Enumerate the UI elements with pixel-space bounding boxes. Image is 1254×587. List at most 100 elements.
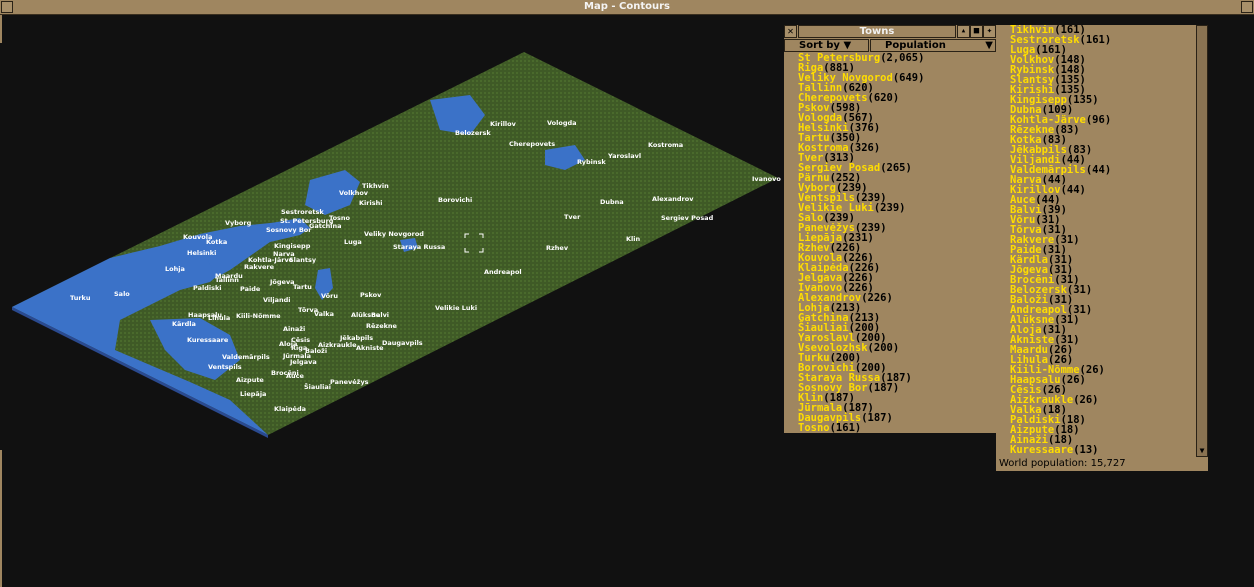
town-name: Kuressaare [1010, 444, 1074, 456]
map-town-label[interactable]: Helsinki [187, 249, 216, 257]
map-town-label[interactable]: Rēzekne [366, 322, 398, 330]
map-town-label[interactable]: Kotka [206, 238, 227, 246]
towns-scrollbar[interactable]: ▼ [1196, 25, 1208, 457]
town-population: (161) [1079, 34, 1112, 46]
town-population: (187) [867, 382, 900, 394]
town-population: (161) [829, 422, 862, 433]
map-town-label[interactable]: Sergiev Posad [661, 214, 714, 222]
town-list-item[interactable]: Kuressaare(13) [1010, 444, 1196, 456]
map-town-label[interactable]: Auce [286, 372, 305, 380]
map-town-label[interactable]: Luga [344, 238, 362, 246]
sort-criteria-label: Population [885, 40, 946, 51]
map-town-label[interactable]: Aizpute [236, 376, 264, 384]
window-left-edge-lower [0, 450, 2, 587]
map-town-label[interactable]: Belozersk [455, 129, 491, 137]
sticky-icon[interactable]: ■ [970, 25, 983, 38]
map-town-label[interactable]: Viljandi [263, 296, 291, 304]
map-town-label[interactable]: Rybinsk [577, 158, 606, 166]
map-town-label[interactable]: Sosnovy Bor [266, 226, 312, 234]
map-town-label[interactable]: Tosno [329, 214, 351, 222]
map-town-label[interactable]: Aknīste [356, 344, 384, 352]
map-town-label[interactable]: Tallinn [215, 276, 239, 284]
map-town-label[interactable]: Liepāja [240, 390, 266, 398]
map-town-label[interactable]: Staraya Russa [393, 243, 445, 251]
sort-by-label: Sort by [799, 40, 840, 51]
map-town-label[interactable]: Ventspils [208, 363, 242, 371]
town-population: (226) [861, 292, 893, 304]
map-town-label[interactable]: Ivanovo [752, 175, 781, 183]
town-list-item[interactable]: Tosno(161) [798, 423, 996, 433]
map-window-title: Map - Contours [584, 1, 670, 12]
towns-list-left[interactable]: St Petersburg(2,065) Riga(881) Veliky Novg… [784, 52, 996, 433]
map-town-label[interactable]: Lohja [165, 265, 185, 273]
town-population: (2,065) [880, 52, 925, 64]
map-town-label[interactable]: Baloži [305, 347, 327, 355]
map-town-label[interactable]: Sestroretsk [281, 208, 324, 216]
map-town-label[interactable]: Kingisepp [274, 242, 311, 250]
map-town-label[interactable]: Rzhev [546, 244, 569, 252]
town-population: (13) [1073, 444, 1099, 456]
town-population: (96) [1085, 114, 1112, 126]
map-town-label[interactable]: Velikie Luki [435, 304, 477, 312]
map-town-label[interactable]: Veliky Novgorod [364, 230, 424, 238]
map-town-label[interactable]: Lihula [208, 314, 230, 322]
towns-window-title: Towns [798, 25, 956, 38]
town-population: (239) [873, 202, 906, 214]
map-town-label[interactable]: Volkhov [339, 189, 369, 197]
towns-list-right[interactable]: Tikhvin(161) Sestroretsk(161) Luga(161) Vol… [996, 25, 1196, 457]
town-population: (265) [880, 162, 912, 174]
map-town-label[interactable]: Panevėžys [330, 378, 369, 386]
map-town-label[interactable]: Jelgava [289, 358, 317, 366]
map-town-label[interactable]: Borovichi [438, 196, 472, 204]
map-town-label[interactable]: Gatchina [309, 222, 342, 230]
map-town-label[interactable]: Vyborg [225, 219, 252, 227]
map-town-label[interactable]: Kärdla [172, 320, 196, 328]
map-canvas[interactable]: Kirillov Vologda Belozersk Cherepovets Kostr… [0, 20, 790, 440]
map-town-label[interactable]: Rakvere [244, 263, 275, 271]
map-town-label[interactable]: Andreapol [484, 268, 522, 276]
map-town-label[interactable]: Daugavpils [382, 339, 423, 347]
map-town-label[interactable]: Kirishi [359, 199, 382, 207]
map-town-label[interactable]: Yaroslavl [607, 152, 641, 160]
chevron-down-icon: ▼ [843, 40, 852, 51]
sort-by-button[interactable]: Sort by ▼ [784, 39, 869, 52]
map-town-label[interactable]: Salo [114, 290, 130, 298]
town-population: (44) [1060, 184, 1086, 196]
map-viewport[interactable]: Kirillov Vologda Belozersk Cherepovets Kostr… [0, 20, 790, 440]
map-town-label[interactable]: Tartu [293, 283, 312, 291]
map-town-label[interactable]: Jõgeva [269, 278, 295, 286]
map-town-label[interactable]: Vologda [547, 119, 577, 127]
map-town-label[interactable]: Kohtla-Järve [248, 256, 294, 264]
map-town-label[interactable]: Klaipėda [274, 405, 306, 413]
towns-window-header[interactable]: ✕ Towns ▴ ■ ✦ Sort by ▼ Population ▼ [784, 25, 996, 52]
map-window-titlebar[interactable]: Map - Contours [0, 0, 1254, 15]
collapse-icon[interactable]: ▴ [957, 25, 970, 38]
close-icon[interactable]: ✕ [784, 25, 797, 38]
sort-criteria-dropdown[interactable]: Population ▼ [870, 39, 996, 52]
map-town-label[interactable]: Tver [564, 213, 581, 221]
map-town-label[interactable]: Klin [626, 235, 640, 243]
map-town-label[interactable]: Pskov [360, 291, 382, 299]
map-town-label[interactable]: Dubna [600, 198, 624, 206]
map-town-label[interactable]: Cēsis [291, 336, 310, 344]
map-town-label[interactable]: Kiili-Nõmme [236, 312, 281, 320]
map-town-label[interactable]: Ainaži [283, 325, 305, 333]
map-town-label[interactable]: Kirillov [490, 120, 517, 128]
map-town-label[interactable]: Balvi [371, 311, 389, 319]
pin-icon[interactable]: ✦ [983, 25, 996, 38]
map-town-label[interactable]: Turku [70, 294, 91, 302]
sticky-icon[interactable] [1241, 1, 1253, 13]
map-town-label[interactable]: Paide [240, 285, 261, 293]
scroll-down-icon[interactable]: ▼ [1197, 446, 1207, 456]
map-town-label[interactable]: Valdemārpils [222, 353, 270, 361]
map-town-label[interactable]: Paldiski [193, 284, 222, 292]
map-town-label[interactable]: Slantsy [289, 256, 317, 264]
map-town-label[interactable]: Võru [321, 292, 338, 300]
map-town-label[interactable]: Cherepovets [509, 140, 555, 148]
map-town-label[interactable]: Šiauliai [304, 382, 331, 391]
town-population: (44) [1085, 164, 1112, 176]
map-town-label[interactable]: Kostroma [648, 141, 683, 149]
map-town-label[interactable]: Kuressaare [187, 336, 229, 344]
map-town-label[interactable]: Valka [314, 310, 334, 318]
map-town-label[interactable]: Alexandrov [652, 195, 694, 203]
